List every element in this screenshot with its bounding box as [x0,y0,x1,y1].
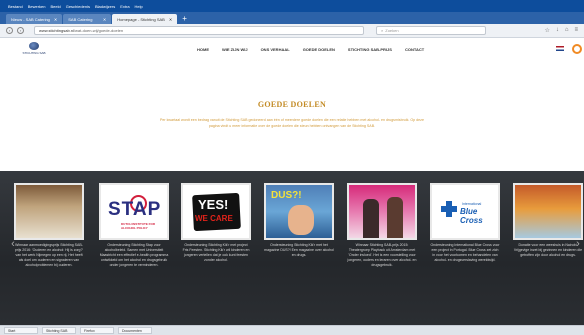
charity-card[interactable]: Winnaar Stichting SAB-prijs 2015: Theate… [347,183,417,268]
bookmark-star-icon[interactable]: ☆ [544,27,549,34]
magazine-title: DUS?! [271,190,302,201]
card-caption: Ondersteuning Stichting Stap voor alcoho… [99,243,169,267]
home-icon[interactable]: ⌂ [565,27,569,34]
tab-label: Nieuw - SAB Catering [11,16,50,22]
menu-tools[interactable]: Extra [120,4,129,9]
back-icon[interactable]: ‹ [6,27,13,34]
blue-cross-logo: International Blue Cross [430,183,500,240]
logo-text: STICHTING SAB [22,51,46,55]
cross-icon [441,201,457,217]
charity-carousel: ‹ Winnaar aanmoedigingsprijs Stichting S… [0,171,584,325]
prize-photo [347,183,417,240]
orphanage-photo [513,183,583,240]
nav-contact[interactable]: CONTACT [405,47,424,52]
card-caption: Ondersteuning International Blue Cross v… [430,243,500,262]
tab-strip: Nieuw - SAB Catering ✕ SAB Catering ✕ Home… [0,12,584,24]
url-host: www.stichtingsab.nl [39,28,74,33]
menu-help[interactable]: Help [135,4,143,9]
taskbar-item[interactable]: Documenten [118,327,152,334]
tab-1[interactable]: Nieuw - SAB Catering ✕ [6,14,63,24]
search-placeholder: Zoeken [385,28,399,33]
card-caption: Winnaar Stichting SAB-prijs 2015: Theate… [347,243,417,267]
taskbar-item[interactable]: Firefox [80,327,114,334]
cover-photo [288,205,314,235]
card-caption: Ondersteuning Stichting Kik'r met het ma… [264,243,334,257]
stap-logo: STAP DUTCH INSTITUTE FOR ALCOHOL POLICY [99,183,169,240]
charity-card[interactable]: YES! WE CARE Ondersteuning Stichting Kik… [181,183,251,263]
close-icon[interactable]: ✕ [103,17,106,22]
logo-text-we-care: WE CARE [195,214,233,223]
nav-home[interactable]: HOME [197,47,209,52]
close-icon[interactable]: ✕ [54,17,57,22]
downloads-icon[interactable]: ↓ [556,27,559,34]
browser-navbar: ‹ › www.stichtingsab.nl/wat-doen-wij/goe… [0,24,584,38]
menu-history[interactable]: Geschiedenis [66,4,90,9]
taskbar-start[interactable]: Start [4,327,38,334]
menu-bookmarks[interactable]: Bladwijzers [95,4,115,9]
stap-logo-text: STAP [108,199,162,220]
toolbar-icons: ☆ ↓ ⌂ ≡ [544,27,578,34]
main-nav: HOME WIE ZIJN WIJ ONS VERHAAL GOEDE DOEL… [197,47,424,52]
tab-label: SAB Catering [68,16,93,22]
logo-mark-icon [29,42,39,50]
taskbar: Start Stichting SAB Firefox Documenten [0,325,584,335]
yes-we-care-logo: YES! WE CARE [181,183,251,240]
dutch-flag-icon[interactable] [556,46,564,51]
os-menubar: Bestand Bewerken Beeld Geschiedenis Blad… [0,0,584,12]
nav-wie-zijn-wij[interactable]: WIE ZIJN WIJ [222,47,248,52]
stap-logo-subtitle: DUTCH INSTITUTE FOR ALCOHOL POLICY [121,222,155,230]
new-tab-icon[interactable]: + [182,14,187,24]
card-caption: Donatie voor een weeshuis in Nairobi. Vr… [513,243,583,257]
menu-icon[interactable]: ≡ [574,27,578,34]
search-input[interactable]: ⌕ Zoeken [376,26,486,35]
intro-text: Per kwartaal wordt een bedrag vanuit de … [160,118,424,128]
forward-icon[interactable]: › [17,27,24,34]
logo-text-international: International [462,202,482,206]
search-icon: ⌕ [381,28,384,33]
nav-sab-prijs[interactable]: STICHTING SAB-PRIJS [348,47,392,52]
tab-label: Homepage - Stichting SAB [117,16,165,22]
close-icon[interactable]: ✕ [169,17,172,22]
charity-card[interactable]: DUS?! Ondersteuning Stichting Kik'r met … [264,183,334,258]
charity-card[interactable]: STAP DUTCH INSTITUTE FOR ALCOHOL POLICY … [99,183,169,268]
site-header: STICHTING SAB HOME WIE ZIJN WIJ ONS VERH… [0,38,584,62]
charity-card[interactable]: International Blue Cross Ondersteuning I… [430,183,500,263]
menu-view[interactable]: Beeld [50,4,60,9]
carousel-next-icon[interactable]: › [574,237,582,251]
address-bar[interactable]: www.stichtingsab.nl/wat-doen-wij/goede-d… [34,26,364,35]
tab-2[interactable]: SAB Catering ✕ [63,14,112,24]
charity-card[interactable]: Winnaar aanmoedigingsprijs Stichting SAB… [14,183,84,268]
charity-card[interactable]: Donatie voor een weeshuis in Nairobi. Vr… [513,183,583,258]
card-caption: Ondersteuning Stichting Kik'r met projec… [182,243,250,262]
url-path: /wat-doen-wij/goede-doelen [73,28,124,33]
dus-magazine-cover: DUS?! [264,183,334,240]
taskbar-item[interactable]: Stichting SAB [42,327,76,334]
site-logo[interactable]: STICHTING SAB [22,42,46,58]
nav-ons-verhaal[interactable]: ONS VERHAAL [261,47,290,52]
award-photo [14,183,84,240]
logo-text-yes: YES! [198,197,229,212]
card-caption: Winnaar aanmoedigingsprijs Stichting SAB… [14,243,84,267]
page-title: GOEDE DOELEN [257,100,327,109]
menu-file[interactable]: Bestand [8,4,23,9]
nav-goede-doelen[interactable]: GOEDE DOELEN [303,47,335,52]
person-figure [387,197,403,238]
person-figure [363,199,379,238]
logo-text-blue-cross: Blue Cross [460,207,483,225]
tab-3-active[interactable]: Homepage - Stichting SAB ✕ [112,14,178,24]
page-viewport: STICHTING SAB HOME WIE ZIJN WIJ ONS VERH… [0,38,584,325]
menu-edit[interactable]: Bewerken [28,4,46,9]
lifebuoy-icon [572,44,582,54]
